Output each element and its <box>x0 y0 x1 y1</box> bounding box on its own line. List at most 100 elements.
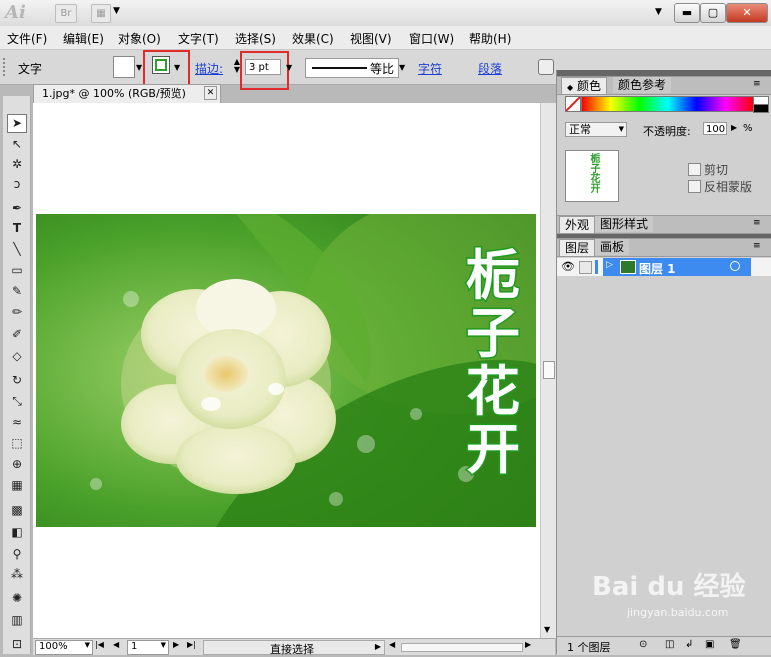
opacity-arrow-icon[interactable]: ▶ <box>731 123 737 132</box>
clipping-mask-icon[interactable]: ◫ <box>665 639 674 650</box>
locate-object-icon[interactable]: ⊙ <box>639 639 647 650</box>
layer-row[interactable]: 👁 ▷ 图层 1 <box>557 258 771 276</box>
scroll-right-icon[interactable]: ▶ <box>525 640 531 649</box>
gradient-tool-icon[interactable]: ◧ <box>7 524 27 541</box>
tab-color[interactable]: ◆ 颜色 <box>561 77 607 94</box>
last-page-icon[interactable]: ▶| <box>187 640 196 649</box>
first-page-icon[interactable]: |◀ <box>95 640 104 649</box>
scroll-down-icon[interactable]: ▼ <box>544 625 550 634</box>
menu-type[interactable]: 文字(T) <box>178 30 219 47</box>
envelope-icon[interactable] <box>538 59 554 75</box>
shape-builder-tool-icon[interactable]: ⊕ <box>7 456 27 473</box>
symbol-sprayer-tool-icon[interactable]: ✺ <box>7 590 27 607</box>
blend-mode-select[interactable]: 正常 ▼ <box>565 122 627 137</box>
zoom-select[interactable]: 100% ▼ <box>35 640 93 655</box>
close-button[interactable]: ✕ <box>726 3 768 23</box>
document-canvas[interactable]: 栀子花开 <box>33 103 553 638</box>
none-swatch[interactable] <box>565 96 581 112</box>
blend-mode-dropdown-icon[interactable]: ▼ <box>619 123 624 136</box>
stroke-profile-dropdown-icon[interactable]: ▼ <box>399 63 405 72</box>
tab-layers[interactable]: 图层 <box>559 239 596 256</box>
fill-dropdown-icon[interactable]: ▼ <box>136 63 142 72</box>
document-close-icon[interactable]: ✕ <box>204 86 217 100</box>
pen-tool-icon[interactable]: ✒ <box>7 200 27 217</box>
horizontal-scrollbar[interactable] <box>401 643 523 652</box>
paintbrush-tool-icon[interactable]: ✎ <box>7 283 27 300</box>
layer-name[interactable]: 图层 1 <box>639 260 676 277</box>
line-tool-icon[interactable]: ╲ <box>7 241 27 258</box>
tab-color-guide[interactable]: 颜色参考 <box>613 77 672 93</box>
page-select[interactable]: 1 ▼ <box>127 640 169 655</box>
artwork-vertical-text[interactable]: 栀子花开 <box>465 243 522 483</box>
lock-toggle[interactable] <box>579 261 592 274</box>
vertical-scrollbar[interactable]: ▼ <box>540 103 556 638</box>
free-transform-tool-icon[interactable]: ⬚ <box>7 435 27 452</box>
tool-status-box[interactable]: 直接选择 ▶ <box>203 640 385 656</box>
mesh-tool-icon[interactable]: ▩ <box>7 502 27 519</box>
tab-artboards[interactable]: 画板 <box>595 239 630 255</box>
scale-tool-icon[interactable]: ⤡ <box>7 393 27 410</box>
appearance-panel-menu-icon[interactable]: ≡ <box>753 218 761 228</box>
clip-checkbox[interactable]: 剪切 <box>688 161 728 178</box>
prev-page-icon[interactable]: ◀ <box>113 640 119 649</box>
layers-panel-menu-icon[interactable]: ≡ <box>753 241 761 251</box>
expand-arrow-icon[interactable]: ▷ <box>606 260 613 270</box>
delete-layer-icon[interactable]: 🗑 <box>729 639 742 650</box>
arrange-documents-icon[interactable]: ▦ <box>91 4 111 23</box>
fill-swatch[interactable] <box>113 56 135 78</box>
invert-mask-checkbox[interactable]: 反相蒙版 <box>688 178 752 195</box>
menu-edit[interactable]: 编辑(E) <box>63 30 104 47</box>
menu-effect[interactable]: 效果(C) <box>292 30 334 47</box>
scroll-left-icon[interactable]: ◀ <box>389 640 395 649</box>
stroke-dropdown-icon[interactable]: ▼ <box>174 63 180 72</box>
stroke-weight-dropdown-icon[interactable]: ▼ <box>286 63 292 72</box>
artwork-photo[interactable]: 栀子花开 <box>36 214 536 527</box>
type-tool-icon[interactable]: T <box>7 220 27 237</box>
new-layer-icon[interactable]: ▣ <box>705 639 714 650</box>
opacity-input[interactable]: 100 <box>703 122 727 135</box>
artboard-tool-icon[interactable]: ⊡ <box>7 636 27 653</box>
color-spectrum[interactable] <box>581 96 755 112</box>
width-tool-icon[interactable]: ≈ <box>7 414 27 431</box>
vertical-scroll-thumb[interactable] <box>543 361 555 379</box>
stroke-link[interactable]: 描边: <box>195 60 223 77</box>
new-sublayer-icon[interactable]: ↲ <box>685 639 693 650</box>
tab-graphic-styles[interactable]: 图形样式 <box>595 216 654 232</box>
selection-tool-icon[interactable]: ➤ <box>7 114 27 133</box>
stroke-profile-select[interactable]: 等比 <box>305 58 399 78</box>
bridge-button[interactable]: Br <box>55 4 77 23</box>
lasso-tool-icon[interactable]: ↄ <box>7 176 27 193</box>
blend-tool-icon[interactable]: ⁂ <box>7 566 27 583</box>
black-swatch[interactable] <box>753 104 769 113</box>
zoom-dropdown-icon[interactable]: ▼ <box>85 641 90 649</box>
menu-object[interactable]: 对象(O) <box>118 30 161 47</box>
direct-selection-tool-icon[interactable]: ↖ <box>7 136 27 153</box>
color-panel-menu-icon[interactable]: ≡ <box>753 79 761 89</box>
workspace-dropdown-icon[interactable]: ▼ <box>655 7 662 17</box>
minimize-button[interactable]: ▬ <box>674 3 700 23</box>
menu-file[interactable]: 文件(F) <box>7 30 47 47</box>
document-tab[interactable]: 1.jpg* @ 100% (RGB/预览) ✕ <box>33 84 221 103</box>
menu-help[interactable]: 帮助(H) <box>469 30 511 47</box>
layer-target-icon[interactable] <box>730 261 740 271</box>
pencil-tool-icon[interactable]: ✏ <box>7 304 27 321</box>
next-page-icon[interactable]: ▶ <box>173 640 179 649</box>
eraser-tool-icon[interactable]: ◇ <box>7 348 27 365</box>
menu-select[interactable]: 选择(S) <box>235 30 276 47</box>
paragraph-link[interactable]: 段落 <box>478 60 502 77</box>
rectangle-tool-icon[interactable]: ▭ <box>7 262 27 279</box>
stroke-swatch[interactable] <box>152 56 170 74</box>
maximize-button[interactable]: ▢ <box>700 3 726 23</box>
character-link[interactable]: 字符 <box>418 60 442 77</box>
eyedropper-tool-icon[interactable]: ⚲ <box>7 546 27 563</box>
page-dropdown-icon[interactable]: ▼ <box>161 641 166 649</box>
tool-status-arrow-icon[interactable]: ▶ <box>375 642 381 651</box>
column-graph-tool-icon[interactable]: ▥ <box>7 612 27 629</box>
perspective-grid-tool-icon[interactable]: ▦ <box>7 477 27 494</box>
arrange-dropdown-icon[interactable]: ▼ <box>113 6 120 16</box>
menu-view[interactable]: 视图(V) <box>350 30 392 47</box>
visibility-eye-icon[interactable]: 👁 <box>561 260 575 273</box>
magic-wand-tool-icon[interactable]: ✲ <box>7 156 27 173</box>
menu-window[interactable]: 窗口(W) <box>409 30 454 47</box>
rotate-tool-icon[interactable]: ↻ <box>7 372 27 389</box>
